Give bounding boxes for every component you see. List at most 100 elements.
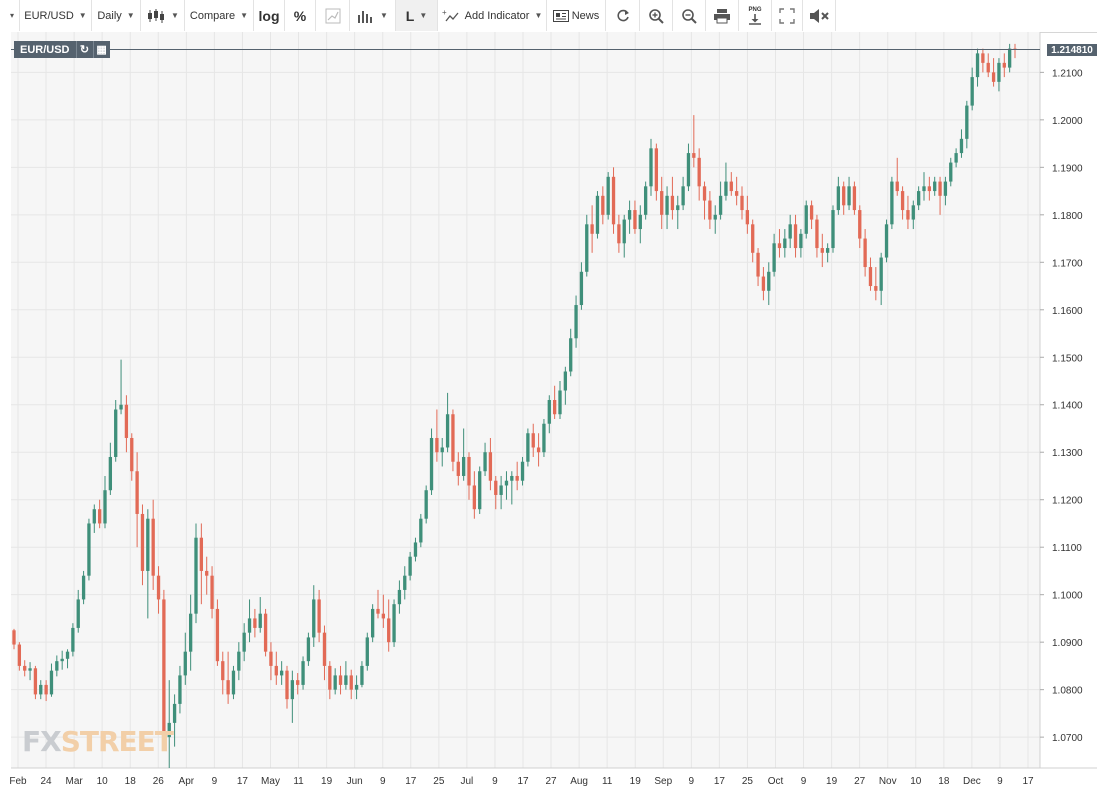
x-tick-label: 10	[910, 776, 922, 787]
candle-body	[729, 181, 733, 192]
candle-body	[916, 191, 921, 206]
zoom-in-button[interactable]	[640, 0, 673, 31]
candle-body	[242, 632, 246, 652]
percent-scale-button[interactable]: %	[285, 0, 316, 31]
candle-body	[906, 210, 910, 220]
candle-body	[435, 437, 439, 453]
print-icon	[714, 8, 730, 23]
candle-body	[793, 224, 798, 249]
candle-body	[253, 618, 257, 628]
candle-body	[344, 675, 348, 685]
interval-select[interactable]: Daily ▼	[92, 0, 141, 31]
y-tick-label: 1.1800	[1052, 211, 1083, 222]
candle-body	[702, 186, 707, 201]
candle-body	[520, 461, 525, 481]
candle-body	[622, 219, 626, 244]
x-tick-label: 17	[405, 776, 417, 787]
candle-body	[413, 542, 418, 557]
refresh-button[interactable]	[606, 0, 640, 31]
candle-body	[333, 675, 337, 690]
draw-trend-button[interactable]	[316, 0, 350, 31]
y-tick-label: 1.0700	[1052, 733, 1083, 744]
candle	[301, 656, 305, 690]
candle-body	[221, 661, 225, 681]
candle-body	[338, 675, 343, 685]
x-tick-label: 19	[321, 776, 333, 787]
line-tool-button[interactable]: L ▼	[396, 0, 438, 31]
candle-body	[296, 680, 300, 685]
mute-icon	[810, 8, 829, 23]
x-tick-label: 27	[854, 776, 866, 787]
y-tick-label: 1.1500	[1052, 353, 1083, 364]
candle	[526, 428, 530, 467]
candle-body	[140, 513, 145, 571]
x-tick-label: 19	[630, 776, 642, 787]
candle-body	[504, 480, 509, 486]
zoom-out-button[interactable]	[673, 0, 706, 31]
candle-body	[665, 195, 669, 215]
compare-button[interactable]: Compare ▼	[185, 0, 254, 31]
x-tick-label: 10	[97, 776, 109, 787]
symbol-badge: EUR/USD ↻ ▦	[14, 41, 110, 58]
log-scale-button[interactable]: log	[254, 0, 285, 31]
candle-body	[874, 286, 878, 291]
reload-icon[interactable]: ↻	[75, 41, 93, 58]
add-indicator-button[interactable]: + Add Indicator ▼	[438, 0, 547, 31]
x-tick-label: 26	[153, 776, 165, 787]
candle-body	[579, 271, 584, 306]
toolbar-edge-menu[interactable]: ▾	[0, 0, 20, 31]
last-price-label: 1.214810	[1047, 44, 1097, 56]
candle-body	[467, 456, 471, 486]
price-chart[interactable]: 1.2100 1.2000 1.1900 1.1800 1.1700 1.1600 1.15…	[0, 32, 1097, 801]
fullscreen-button[interactable]	[772, 0, 803, 31]
candle-body	[981, 53, 985, 63]
print-button[interactable]	[706, 0, 739, 31]
candle-body	[33, 668, 38, 695]
y-tick-label: 1.1000	[1052, 591, 1083, 602]
zoom-out-icon	[682, 8, 697, 24]
candle	[884, 219, 889, 263]
chevron-down-icon: ▼	[171, 11, 179, 20]
candle-body	[601, 195, 605, 215]
x-tick-label: 24	[40, 776, 52, 787]
news-button[interactable]: News	[547, 0, 606, 31]
candle-body	[595, 195, 600, 234]
symbol-label: EUR/USD	[24, 9, 74, 22]
candle-body	[649, 148, 653, 187]
candle	[162, 589, 166, 747]
line-tool-label: L	[405, 7, 415, 24]
candle-body	[263, 613, 268, 652]
y-tick-label: 1.1300	[1052, 448, 1083, 459]
candle-body	[328, 665, 332, 690]
price-axis: 1.2100 1.2000 1.1900 1.1800 1.1700 1.1600 1.15…	[1040, 68, 1083, 744]
candle-body	[92, 509, 96, 524]
candle-body	[397, 589, 402, 605]
symbol-select[interactable]: EUR/USD ▼	[20, 0, 92, 31]
candle	[263, 608, 268, 657]
candle-body	[429, 437, 434, 491]
calendar-icon[interactable]: ▦	[92, 41, 110, 58]
download-png-button[interactable]: PNG	[739, 0, 772, 31]
candle-body	[306, 637, 311, 662]
candle-body	[777, 243, 782, 249]
candle-body	[360, 665, 364, 685]
x-tick-label: 11	[293, 776, 304, 787]
candle-body	[847, 186, 851, 206]
candle-body	[451, 414, 455, 462]
chart-type-button[interactable]: ▼	[141, 0, 185, 31]
candle-body	[820, 248, 824, 253]
svg-text:+: +	[442, 9, 447, 17]
volume-button[interactable]: ▼	[350, 0, 396, 31]
candle	[81, 570, 86, 605]
candle-body	[354, 684, 359, 690]
candle-body	[809, 205, 814, 220]
candle	[231, 665, 236, 700]
candle-body	[558, 390, 562, 415]
trendline-icon	[325, 8, 340, 23]
candle-body	[403, 575, 407, 590]
mute-button[interactable]	[803, 0, 836, 31]
candle-body	[76, 599, 80, 628]
candle-body	[231, 670, 236, 695]
candle-body	[799, 233, 803, 249]
x-tick-label: 19	[826, 776, 838, 787]
